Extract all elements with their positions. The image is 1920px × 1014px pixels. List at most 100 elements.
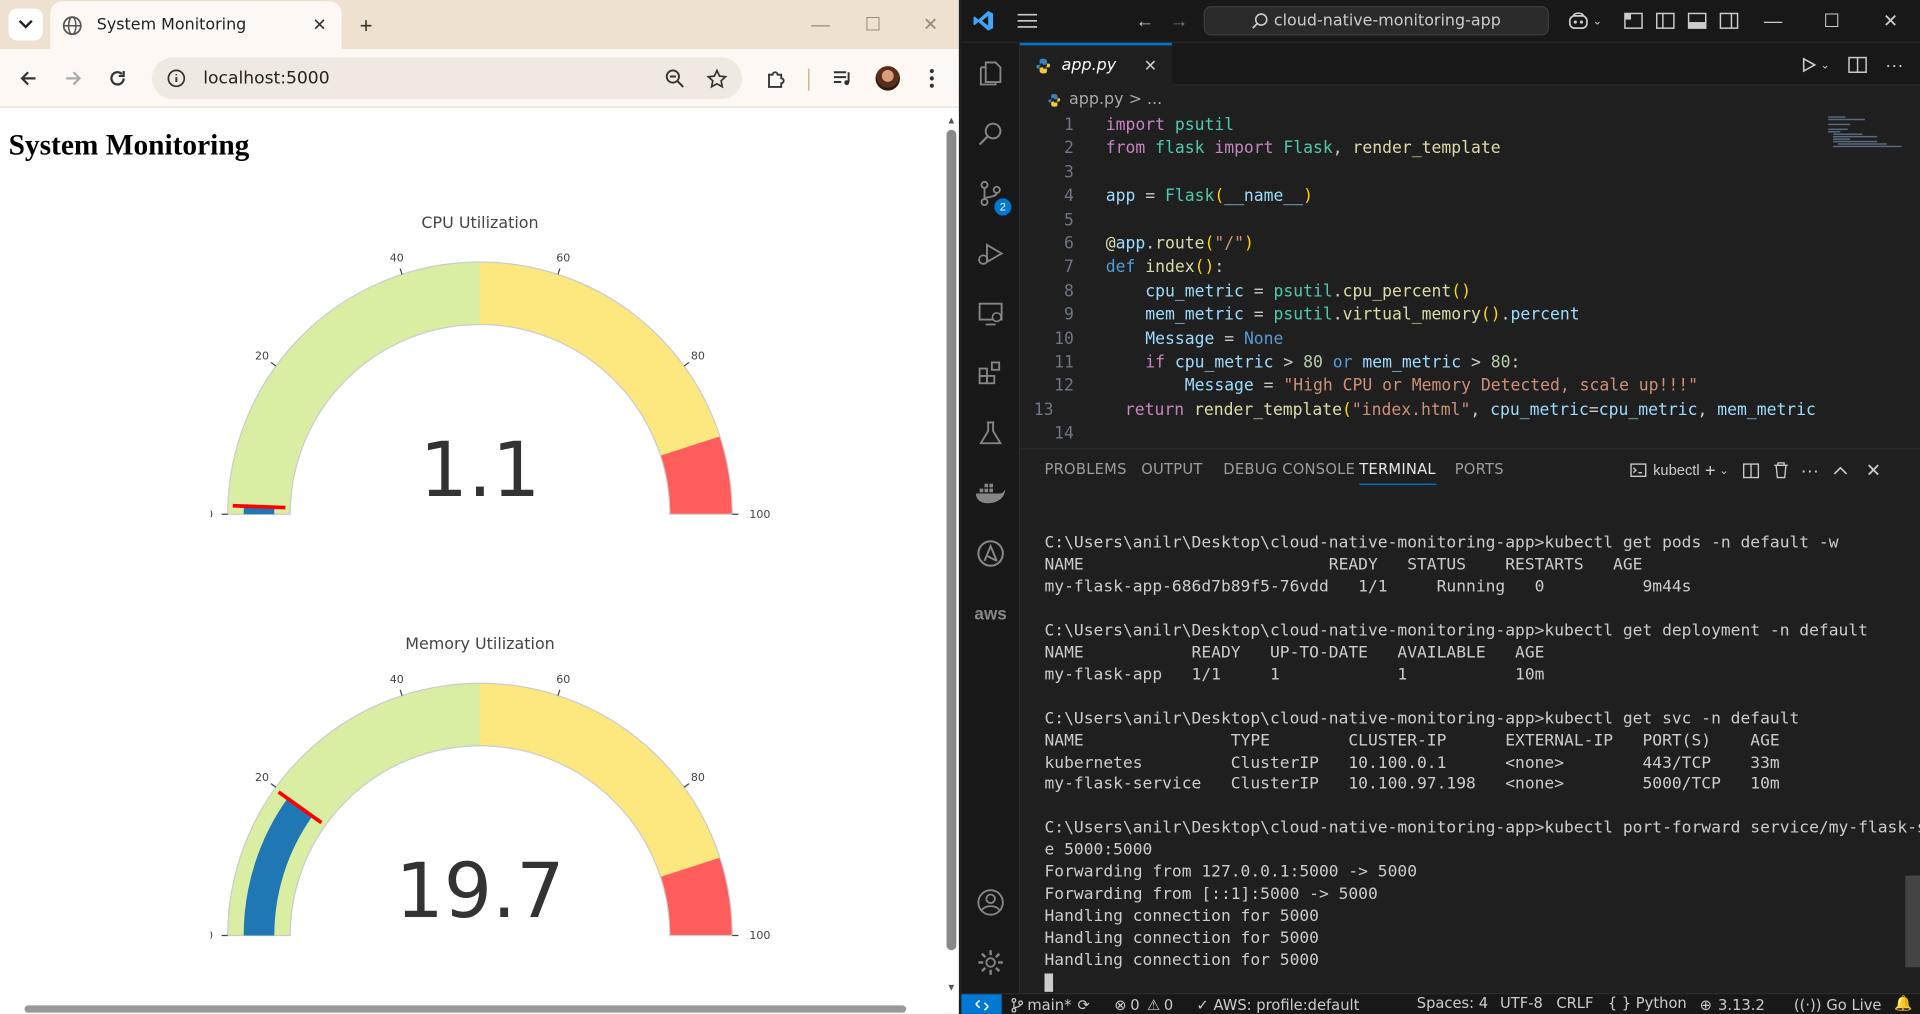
media-controls-button[interactable]	[828, 64, 857, 93]
code-text[interactable]: if cpu_metric > 80 or mem_metric > 80:	[1074, 351, 1520, 375]
code-text[interactable]	[1074, 423, 1106, 447]
code-text[interactable]: @app.route("/")	[1074, 233, 1254, 257]
code-editor[interactable]: 1 import psutil 2 from flask import Flask, …	[1020, 114, 1816, 447]
sync-icon[interactable]: ⟳	[1078, 996, 1090, 1013]
split-editor-icon[interactable]	[1843, 50, 1872, 79]
maximize-button[interactable]: ☐	[851, 10, 895, 39]
toggle-secondary-sidebar-icon[interactable]	[1716, 6, 1743, 35]
accounts-icon[interactable]	[961, 876, 1020, 930]
minimize-button[interactable]: —	[1757, 6, 1789, 35]
new-tab-button[interactable]: +	[353, 12, 380, 39]
close-panel-icon[interactable]: ✕	[1860, 456, 1887, 485]
code-text[interactable]	[1074, 209, 1106, 233]
panel-tab-problems[interactable]: PROBLEMS	[1044, 460, 1126, 477]
python-interpreter-indicator[interactable]: ⊕ 3.13.2	[1700, 994, 1765, 1014]
go-live-button[interactable]: ((·)) Go Live	[1794, 994, 1882, 1014]
zoom-out-icon[interactable]	[665, 69, 685, 89]
minimize-button[interactable]: —	[798, 10, 842, 39]
code-text[interactable]	[1074, 161, 1106, 185]
command-center-search[interactable]: cloud-native-monitoring-app	[1203, 6, 1549, 36]
ansible-icon[interactable]	[961, 527, 1020, 581]
profile-avatar[interactable]	[875, 66, 901, 91]
encoding-indicator[interactable]: UTF-8	[1500, 994, 1543, 1014]
code-text[interactable]: cpu_metric = psutil.cpu_percent()	[1074, 280, 1471, 304]
close-window-button[interactable]: ✕	[1875, 6, 1907, 35]
panel-tab-output[interactable]: OUTPUT	[1141, 460, 1202, 477]
maximize-button[interactable]: ☐	[1816, 6, 1848, 35]
scroll-down-icon[interactable]: ▼	[947, 982, 957, 993]
code-text[interactable]: Message = "High CPU or Memory Detected, …	[1074, 375, 1698, 399]
page-horizontal-scrollbar[interactable]	[0, 999, 945, 1014]
aws-profile-indicator[interactable]: ✓ AWS: profile:default	[1196, 994, 1359, 1014]
code-line[interactable]: 3	[1020, 161, 1816, 185]
code-text[interactable]: app = Flask(__name__)	[1074, 185, 1313, 209]
code-text[interactable]: return render_template("index.html", cpu…	[1054, 399, 1816, 423]
code-line[interactable]: 6 @app.route("/")	[1020, 233, 1816, 257]
code-line[interactable]: 2 from flask import Flask, render_templat…	[1020, 138, 1816, 162]
menu-icon[interactable]	[1013, 6, 1042, 35]
code-line[interactable]: 10 Message = None	[1020, 328, 1816, 352]
branch-indicator[interactable]: main* ⟳	[1010, 994, 1090, 1014]
split-terminal-icon[interactable]	[1738, 456, 1765, 485]
nav-back-icon[interactable]: ←	[1130, 6, 1159, 35]
copilot-icon[interactable]: ⌄	[1564, 6, 1606, 35]
code-line[interactable]: 8 cpu_metric = psutil.cpu_percent()	[1020, 280, 1816, 304]
eol-indicator[interactable]: CRLF	[1556, 994, 1593, 1014]
code-text[interactable]: mem_metric = psutil.virtual_memory().per…	[1074, 304, 1579, 328]
code-line[interactable]: 12 Message = "High CPU or Memory Detecte…	[1020, 375, 1816, 399]
scrollbar-thumb[interactable]	[1905, 875, 1920, 968]
code-line[interactable]: 5	[1020, 209, 1816, 233]
address-bar[interactable]: localhost:5000	[151, 57, 743, 100]
run-debug-icon[interactable]	[961, 227, 1020, 281]
code-text[interactable]: from flask import Flask, render_template	[1074, 138, 1501, 162]
remote-indicator[interactable]	[961, 994, 1002, 1014]
close-window-button[interactable]: ✕	[909, 10, 953, 39]
indentation-indicator[interactable]: Spaces: 4	[1417, 994, 1488, 1014]
problems-indicator[interactable]: ⊗ 0 ⚠ 0	[1114, 994, 1173, 1014]
testing-flask-icon[interactable]	[961, 407, 1020, 461]
toggle-panel-icon[interactable]	[1684, 6, 1711, 35]
code-line[interactable]: 4 app = Flask(__name__)	[1020, 185, 1816, 209]
close-tab-icon[interactable]: ✕	[310, 15, 330, 36]
bookmark-star-icon[interactable]	[706, 67, 728, 89]
site-info-icon[interactable]	[167, 69, 187, 89]
terminal-scrollbar[interactable]	[1905, 514, 1920, 968]
back-button[interactable]	[13, 64, 42, 93]
customize-layout-icon[interactable]	[1620, 6, 1647, 35]
editor-tab-app-py[interactable]: app.py ✕	[1020, 42, 1172, 86]
code-line[interactable]: 9 mem_metric = psutil.virtual_memory().p…	[1020, 304, 1816, 328]
trash-icon[interactable]	[1767, 456, 1794, 485]
forward-button[interactable]	[59, 64, 88, 93]
scroll-up-icon[interactable]: ▲	[947, 115, 957, 126]
search-icon[interactable]	[961, 107, 1020, 161]
panel-tab-debug-console[interactable]: DEBUG CONSOLE	[1223, 460, 1355, 477]
page-vertical-scrollbar[interactable]: ▲ ▼	[944, 112, 959, 1001]
tab-search-button[interactable]	[8, 8, 43, 41]
breadcrumb[interactable]: app.py > ...	[1047, 91, 1162, 109]
code-line[interactable]: 13 return render_template("index.html", …	[1020, 399, 1816, 423]
minimap[interactable]	[1818, 114, 1904, 261]
code-line[interactable]: 7 def index():	[1020, 256, 1816, 280]
new-terminal-icon[interactable]: + ⌄	[1698, 456, 1735, 485]
notifications-bell-icon[interactable]: 🔔	[1894, 994, 1912, 1014]
docker-icon[interactable]	[961, 467, 1020, 521]
panel-tab-terminal[interactable]: TERMINAL	[1359, 460, 1436, 485]
code-text[interactable]: def index():	[1074, 256, 1224, 280]
terminal-cursor[interactable]	[1044, 972, 1901, 994]
maximize-panel-icon[interactable]	[1827, 456, 1854, 485]
more-actions-icon[interactable]: ···	[1880, 50, 1909, 79]
gear-icon[interactable]	[961, 936, 1020, 990]
nav-forward-icon[interactable]: →	[1164, 6, 1193, 35]
source-control-icon[interactable]	[961, 167, 1020, 221]
code-text[interactable]: Message = None	[1074, 328, 1283, 352]
run-python-file-icon[interactable]: ⌄	[1796, 50, 1833, 79]
code-text[interactable]: import psutil	[1074, 114, 1234, 138]
more-actions-icon[interactable]: ···	[1796, 456, 1823, 485]
code-line[interactable]: 11 if cpu_metric > 80 or mem_metric > 80…	[1020, 351, 1816, 375]
toggle-primary-sidebar-icon[interactable]	[1652, 6, 1679, 35]
extensions-button[interactable]	[762, 64, 791, 93]
language-indicator[interactable]: { } Python	[1608, 994, 1687, 1014]
remote-explorer-icon[interactable]	[961, 287, 1020, 341]
scrollbar-thumb[interactable]	[24, 1005, 907, 1013]
scrollbar-thumb[interactable]	[946, 129, 957, 951]
